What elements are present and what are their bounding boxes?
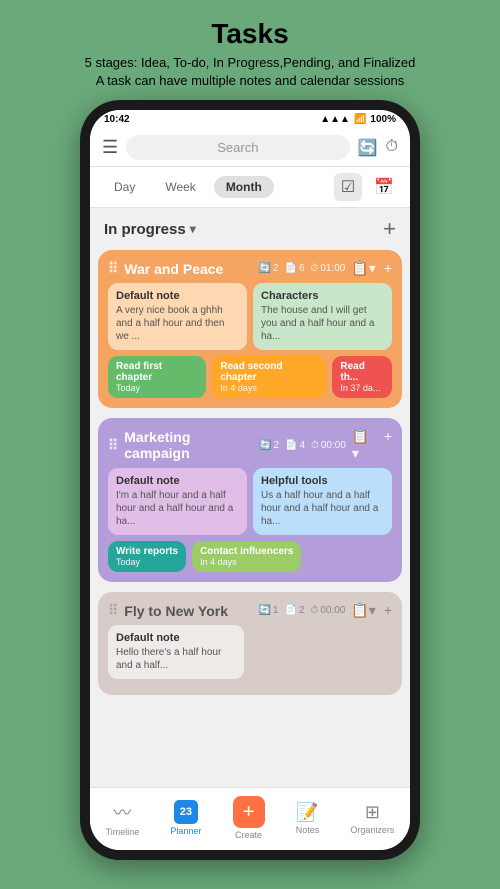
session-read-second[interactable]: Read second chapter In 4 days [212,356,326,398]
timeline-icon: 〰 [113,799,131,825]
tab-month[interactable]: Month [214,176,274,198]
timer-icon[interactable]: ⏱ [386,138,398,158]
signal-icon: ▲▲▲ [320,114,350,125]
drag-handle-icon: ⠿ [108,260,118,277]
phone-shell: 10:42 ▲▲▲ 📶 100% ☰ Search 🔄 ⏱ Day [80,100,420,860]
date-tab-icons: ☑ 📅 [334,173,398,201]
task-add-icon[interactable]: + [384,428,392,462]
status-bar: 10:42 ▲▲▲ 📶 100% [90,110,410,129]
task-actions: 📋▾ + [351,260,392,277]
top-bar: ☰ Search 🔄 ⏱ [90,129,410,167]
session-write-reports[interactable]: Write reports Today [108,541,186,572]
task-time: ⏱ 01:00 [311,263,346,274]
drag-handle-icon: ⠿ [108,437,118,454]
calendar-check-icon[interactable]: ☑ [334,173,362,201]
task-title: ⠿ Fly to New York [108,602,228,619]
top-bar-icons: 🔄 ⏱ [358,138,398,158]
task-actions: 📋▾ + [352,428,392,462]
task-notes-count: 📄 4 [285,440,305,451]
notes-row: Default note I'm a half hour and a half … [108,468,392,535]
task-copy-icon[interactable]: 📋▾ [351,602,375,619]
notes-icon: 📝 [296,802,318,823]
section-header: In progress ▾ + [90,208,410,246]
sessions-row: Read first chapter Today Read second cha… [108,356,392,398]
note-box-default[interactable]: Default note I'm a half hour and a half … [108,468,247,535]
page-subtitle: 5 stages: Idea, To-do, In Progress,Pendi… [85,54,416,90]
task-card-fly-new-york: ⠿ Fly to New York 🔄 1 📄 2 ⏱ 00:00 📋▾ + [98,592,402,695]
bottom-nav: 〰 Timeline 23 Planner + Create 📝 Notes ⊞… [90,787,410,850]
main-scroll[interactable]: ⠿ War and Peace 🔄 2 📄 6 ⏱ 01:00 📋▾ + [90,246,410,787]
calendar-view-icon[interactable]: 📅 [370,173,398,201]
dropdown-arrow-icon[interactable]: ▾ [190,222,196,236]
task-add-icon[interactable]: + [384,260,392,277]
date-tabs: Day Week Month ☑ 📅 [90,167,410,208]
notes-row: Default note A very nice book a ghhh and… [108,283,392,350]
task-copy-icon[interactable]: 📋▾ [352,428,376,462]
note-box-default[interactable]: Default note A very nice book a ghhh and… [108,283,247,350]
session-contact-influencers[interactable]: Contact influencers In 4 days [192,541,301,572]
create-icon: + [233,796,265,828]
task-meta: 🔄 1 📄 2 ⏱ 00:00 [258,605,345,616]
session-read-third[interactable]: Read th... In 37 da... [332,356,392,398]
page-header: Tasks 5 stages: Idea, To-do, In Progress… [65,0,436,100]
task-meta: 🔄 2 📄 4 ⏱ 00:00 [259,440,346,451]
task-time: ⏱ 00:00 [311,605,346,616]
tab-week[interactable]: Week [153,176,207,198]
task-header: ⠿ Fly to New York 🔄 1 📄 2 ⏱ 00:00 📋▾ + [108,602,392,619]
task-notes-count: 📄 6 [284,263,304,274]
nav-organizers[interactable]: ⊞ Organizers [340,800,404,837]
add-section-button[interactable]: + [383,216,396,242]
planner-icon: 23 [174,800,198,824]
nav-planner[interactable]: 23 Planner [160,798,211,838]
note-box-default[interactable]: Default note Hello there's a half hour a… [108,625,244,679]
task-header: ⠿ War and Peace 🔄 2 📄 6 ⏱ 01:00 📋▾ + [108,260,392,277]
drag-handle-icon: ⠿ [108,602,118,619]
task-cycles: 🔄 2 [258,263,278,274]
page-title: Tasks [85,18,416,50]
nav-notes[interactable]: 📝 Notes [286,800,330,837]
refresh-icon[interactable]: 🔄 [358,138,378,158]
note-box-characters[interactable]: Characters The house and I will get you … [253,283,392,350]
task-header: ⠿ Marketing campaign 🔄 2 📄 4 ⏱ 00:00 📋▾ … [108,428,392,462]
task-copy-icon[interactable]: 📋▾ [351,260,375,277]
task-title: ⠿ Marketing campaign [108,429,259,461]
task-card-marketing: ⠿ Marketing campaign 🔄 2 📄 4 ⏱ 00:00 📋▾ … [98,418,402,582]
task-time: ⏱ 00:00 [311,440,346,451]
status-time: 10:42 [104,114,130,125]
nav-create[interactable]: + Create [223,794,275,842]
section-title: In progress ▾ [104,221,196,238]
organizers-icon: ⊞ [365,802,380,823]
task-title: ⠿ War and Peace [108,260,223,277]
status-battery: ▲▲▲ 📶 100% [320,114,396,125]
sessions-row: Write reports Today Contact influencers … [108,541,392,572]
task-cycles: 🔄 2 [259,440,279,451]
task-card-war-and-peace: ⠿ War and Peace 🔄 2 📄 6 ⏱ 01:00 📋▾ + [98,250,402,408]
session-read-first[interactable]: Read first chapter Today [108,356,206,398]
task-notes-count: 📄 2 [284,605,304,616]
menu-icon[interactable]: ☰ [102,137,118,158]
task-add-icon[interactable]: + [384,602,392,619]
wifi-icon: 📶 [354,114,366,125]
task-actions: 📋▾ + [351,602,392,619]
phone-screen: 10:42 ▲▲▲ 📶 100% ☰ Search 🔄 ⏱ Day [90,110,410,850]
tab-day[interactable]: Day [102,176,147,198]
nav-timeline[interactable]: 〰 Timeline [96,797,150,839]
task-cycles: 🔄 1 [258,605,278,616]
search-box[interactable]: Search [126,135,349,160]
notes-row: Default note Hello there's a half hour a… [108,625,392,679]
note-box-helpful[interactable]: Helpful tools Us a half hour and a half … [253,468,392,535]
task-meta: 🔄 2 📄 6 ⏱ 01:00 [258,263,345,274]
